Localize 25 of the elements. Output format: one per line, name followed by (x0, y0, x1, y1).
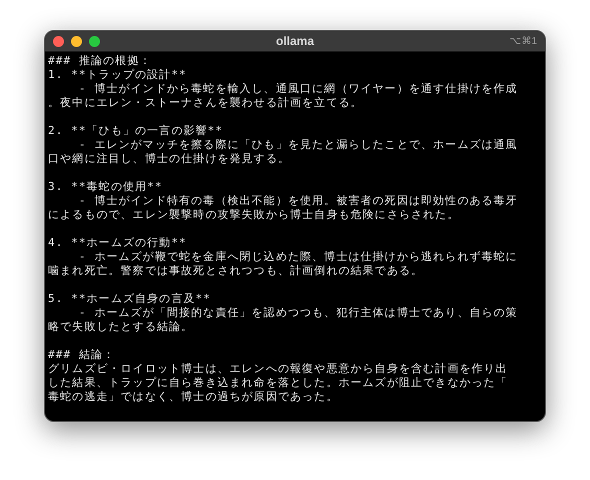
window-title: ollama (274, 34, 316, 48)
minimize-button[interactable] (71, 36, 82, 46)
keyboard-shortcut: ⌥⌘1 (508, 35, 537, 47)
terminal-line: 。夜中にエレン・ストーナさんを襲わせる計画を立てる。 (48, 96, 364, 110)
terminal-line: 1. **トラップの設計** (48, 68, 188, 82)
terminal-line: - 博士がインドから毒蛇を輸入し、通風口に網（ワイヤー）を通す仕掛けを作成 (78, 82, 519, 96)
terminal-line: - ホームズが「間接的な責任」を認めつつも、犯行主体は博士であり、自らの策 (78, 306, 519, 320)
terminal-line: - エレンがマッチを擦る際に「ひも」を見たと漏らしたことで、ホームズは通風 (78, 138, 519, 152)
terminal-line: 4. **ホームズの行動** (48, 236, 188, 250)
terminal-line: 5. **ホームズ自身の言及** (48, 292, 212, 306)
terminal-line: 略で失敗したとする結論。 (48, 320, 194, 334)
terminal-line: ### 結論： (48, 348, 116, 362)
zoom-button[interactable] (89, 36, 100, 46)
terminal-line: 3. **毒蛇の使用** (48, 180, 164, 194)
terminal-line: ### 推論の根拠： (48, 54, 152, 68)
terminal-line: - 博士がインド特有の毒（検出不能）を使用。被害者の死因は即効性のある毒牙 (78, 194, 519, 208)
terminal-line: によるもので、エレン襲撃時の攻撃失敗から博士自身も危険にさらされた。 (48, 208, 460, 222)
terminal-line: グリムズビ・ロイロット博士は、エレンへの報復や悪意から自身を含む計画を作り出 (48, 362, 509, 376)
terminal-line: 2. **「ひも」の一言の影響** (48, 124, 224, 138)
close-button[interactable] (53, 36, 64, 46)
terminal-line: 噛まれ死亡。警察では事故死とされつつも、計画倒れの結果である。 (48, 264, 424, 278)
terminal-line: 毒蛇の逃走」ではなく、博士の過ちが原因であった。 (48, 390, 340, 404)
terminal-line: 口や網に注目し、博士の仕掛けを発見する。 (48, 152, 291, 166)
terminal-line: した結果、トラップに自ら巻き込まれ命を落とした。ホームズが阻止できなかった「 (48, 376, 509, 390)
terminal-line: - ホームズが鞭で蛇を金庫へ閉じ込めた際、博士は仕掛けから逃れられず毒蛇に (78, 250, 519, 264)
